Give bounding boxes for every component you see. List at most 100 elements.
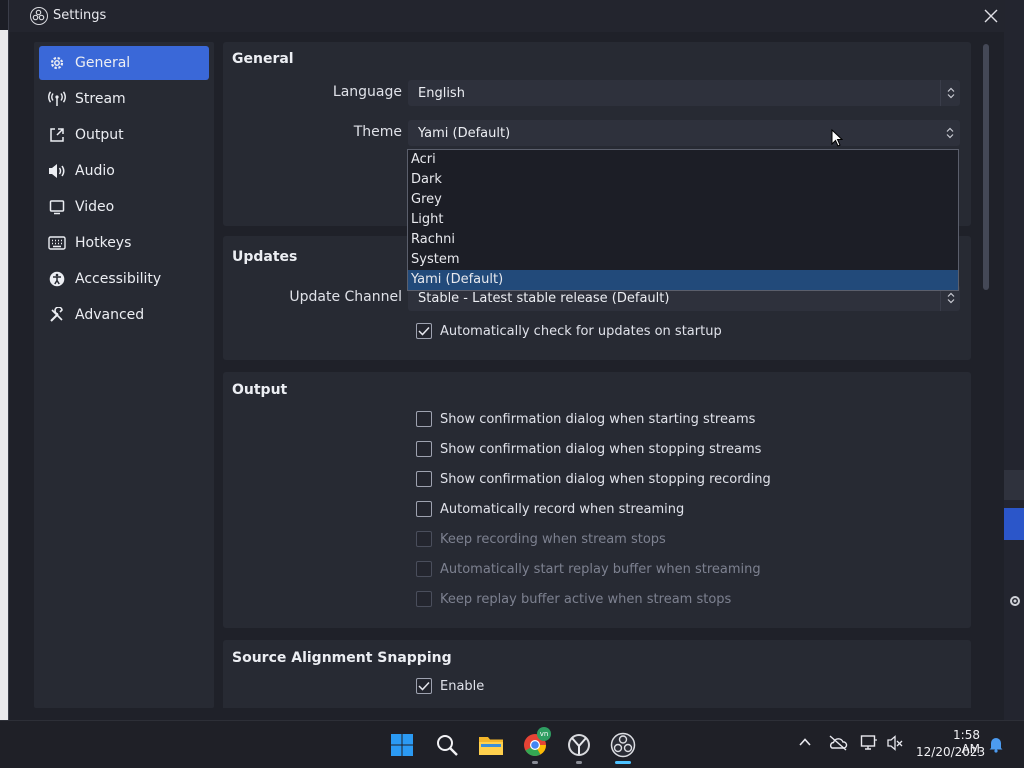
keyboard-icon (47, 236, 67, 250)
monitor-icon (47, 199, 67, 215)
sidebar-item-label: Audio (75, 163, 115, 179)
sidebar-item-output[interactable]: Output (39, 118, 209, 152)
snapping-enable-checkbox[interactable]: Enable (416, 678, 484, 694)
close-icon[interactable] (984, 9, 998, 23)
network-monitor-icon[interactable] (860, 734, 878, 756)
settings-sidebar: General Stream Output Audio Video Hotkey… (34, 42, 214, 708)
mouse-cursor-icon (831, 129, 843, 147)
checkbox-label: Automatically start replay buffer when s… (440, 561, 761, 577)
sidebar-item-stream[interactable]: Stream (39, 82, 209, 116)
chevron-up-icon[interactable] (798, 735, 812, 753)
confirm-stop-stream-checkbox[interactable]: Show confirmation dialog when stopping s… (416, 441, 761, 457)
theme-option-light[interactable]: Light (408, 210, 958, 230)
sidebar-item-accessibility[interactable]: Accessibility (39, 262, 209, 296)
sidebar-item-advanced[interactable]: Advanced (39, 298, 209, 332)
theme-option-dark[interactable]: Dark (408, 170, 958, 190)
theme-value: Yami (Default) (418, 125, 511, 141)
settings-content: General Language English Theme Yami (Def… (223, 42, 971, 708)
confirm-stop-recording-checkbox[interactable]: Show confirmation dialog when stopping r… (416, 471, 771, 487)
group-title: Updates (232, 249, 298, 265)
scrollbar-thumb[interactable] (983, 44, 989, 290)
windows-start-icon[interactable] (388, 731, 416, 759)
updown-arrows-icon (940, 80, 960, 106)
language-select[interactable]: English (408, 80, 960, 106)
sidebar-item-label: Advanced (75, 307, 145, 323)
checkbox-box[interactable] (416, 678, 432, 694)
antenna-icon (47, 91, 67, 107)
checkmark-icon (418, 326, 430, 336)
confirm-start-stream-checkbox[interactable]: Show confirmation dialog when starting s… (416, 411, 755, 427)
update-channel-label: Update Channel (289, 289, 402, 305)
checkbox-box[interactable] (416, 323, 432, 339)
obs-active-indicator (615, 761, 631, 764)
keep-recording-checkbox: Keep recording when stream stops (416, 531, 666, 547)
file-explorer-icon[interactable] (477, 731, 505, 759)
search-icon[interactable] (433, 731, 461, 759)
gear-icon[interactable] (1008, 594, 1022, 608)
title-bar: Settings (9, 0, 1005, 32)
clock-app-icon[interactable] (565, 731, 593, 759)
checkbox-box (416, 561, 432, 577)
sidebar-item-general[interactable]: General (39, 46, 209, 80)
background-app-edge (0, 30, 8, 720)
theme-option-rachni[interactable]: Rachni (408, 230, 958, 250)
sidebar-item-label: Output (75, 127, 124, 143)
output-icon (47, 127, 67, 143)
volume-muted-icon[interactable] (886, 734, 904, 756)
theme-option-system[interactable]: System (408, 250, 958, 270)
checkbox-label: Show confirmation dialog when starting s… (440, 411, 756, 427)
sidebar-item-label: Video (75, 199, 115, 215)
checkbox-label: Keep recording when stream stops (440, 531, 666, 547)
checkbox-label: Keep replay buffer active when stream st… (440, 591, 732, 607)
checkbox-label: Show confirmation dialog when stopping s… (440, 441, 762, 457)
theme-label: Theme (353, 124, 402, 140)
accessibility-icon (47, 271, 67, 287)
checkmark-icon (418, 681, 430, 691)
sidebar-item-label: Hotkeys (75, 235, 132, 251)
theme-option-yami[interactable]: Yami (Default) (408, 270, 958, 290)
updown-arrows-icon (940, 120, 960, 146)
auto-record-checkbox[interactable]: Automatically record when streaming (416, 501, 684, 517)
sidebar-item-hotkeys[interactable]: Hotkeys (39, 226, 209, 260)
keep-replay-buffer-checkbox: Keep replay buffer active when stream st… (416, 591, 731, 607)
theme-dropdown-list: Acri Dark Grey Light Rachni System Yami … (407, 149, 959, 291)
theme-select[interactable]: Yami (Default) (408, 120, 960, 146)
checkbox-label: Enable (440, 678, 485, 694)
auto-replay-buffer-checkbox: Automatically start replay buffer when s… (416, 561, 761, 577)
obs-logo-icon (30, 7, 48, 25)
checkbox-box[interactable] (416, 441, 432, 457)
chrome-profile-badge: vn (537, 727, 551, 741)
checkbox-box[interactable] (416, 411, 432, 427)
theme-option-acri[interactable]: Acri (408, 150, 958, 170)
onedrive-offline-icon[interactable] (828, 735, 848, 755)
checkbox-label: Automatically record when streaming (440, 501, 685, 517)
taskbar: vn (0, 720, 1024, 768)
obs-taskbar-icon[interactable] (609, 731, 637, 759)
gear-icon (47, 55, 67, 71)
sidebar-item-label: General (75, 55, 131, 71)
theme-option-grey[interactable]: Grey (408, 190, 958, 210)
settings-window: Settings General Stream Output Audio Vid… (8, 0, 1005, 720)
update-channel-value: Stable - Latest stable release (Default) (418, 290, 670, 306)
close-button[interactable] (979, 4, 1003, 28)
background-app-panel (1004, 0, 1024, 720)
speaker-icon (47, 163, 67, 179)
background-app-strip (1004, 470, 1024, 500)
snapping-group: Source Alignment Snapping Enable (223, 640, 971, 708)
window-title: Settings (53, 8, 107, 23)
group-title: Source Alignment Snapping (232, 650, 452, 666)
language-value: English (418, 85, 465, 101)
sidebar-item-audio[interactable]: Audio (39, 154, 209, 188)
checkbox-box (416, 591, 432, 607)
taskbar-date[interactable]: 12/20/2023 (916, 745, 985, 759)
checkbox-box[interactable] (416, 501, 432, 517)
auto-check-updates-checkbox[interactable]: Automatically check for updates on start… (416, 323, 722, 339)
sidebar-item-label: Accessibility (75, 271, 162, 287)
chrome-icon[interactable]: vn (521, 727, 551, 759)
notification-bell-icon[interactable] (988, 735, 1004, 757)
chrome-running-indicator (532, 761, 538, 764)
language-label: Language (332, 84, 402, 100)
output-group: Output Show confirmation dialog when sta… (223, 372, 971, 628)
checkbox-box[interactable] (416, 471, 432, 487)
sidebar-item-video[interactable]: Video (39, 190, 209, 224)
